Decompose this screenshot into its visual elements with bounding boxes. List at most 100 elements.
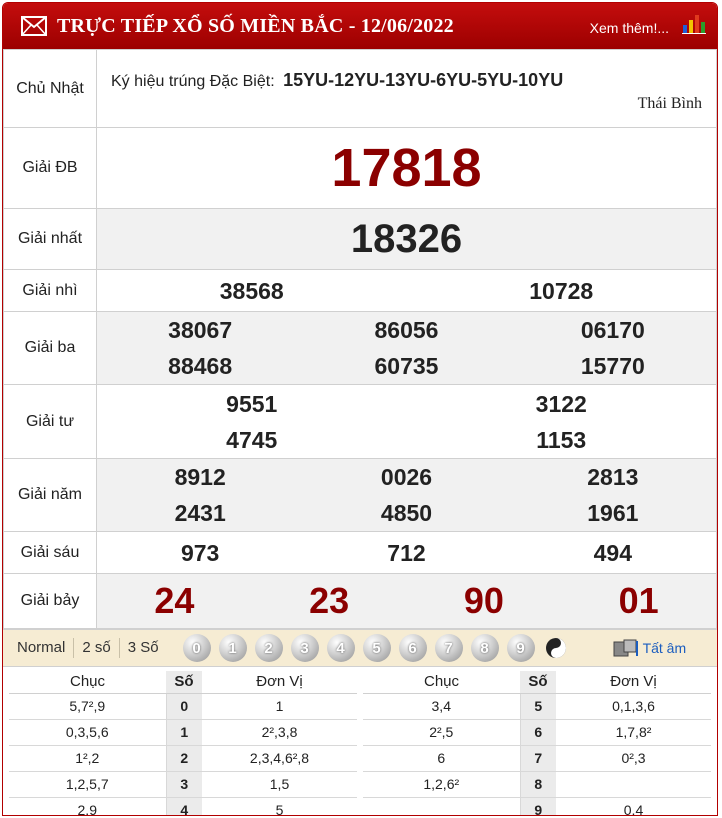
chuc-cell: 1,2,6² [363, 771, 521, 798]
prize-label: Giải tư [3, 384, 97, 459]
table-row: 1,2,6² 8 [363, 771, 711, 798]
prize-number: 24 [154, 580, 195, 621]
results-table: Chủ Nhật Ký hiệu trúng Đặc Biệt: 15YU-12… [3, 49, 717, 629]
don-vi-cell [556, 771, 711, 798]
prize-number: 90 [463, 580, 504, 621]
digit-ball[interactable]: 2 [254, 634, 283, 662]
header-don-vi: Đơn Vị [202, 671, 357, 694]
statistics-chart-icon[interactable] [681, 11, 707, 35]
prize-number: 2431 [174, 500, 226, 526]
prize-label: Giải nhì [3, 269, 97, 312]
don-vi-cell: 2²,3,8 [202, 719, 357, 746]
loto-tables: Chục Số Đơn Vị 5,7²,9 0 1 0,3,5,6 1 2²,3,8 1… [3, 667, 717, 815]
table-row: 1,2,5,7 3 1,5 [9, 771, 357, 798]
prize-number: 3122 [535, 390, 587, 417]
don-vi-cell: 1,7,8² [556, 719, 711, 746]
so-cell: 3 [166, 771, 202, 798]
special-code-value: 15YU-12YU-13YU-6YU-5YU-10YU [283, 70, 564, 90]
prize-number: 1961 [587, 500, 639, 526]
prize-number: 06170 [580, 317, 645, 343]
so-cell: 2 [166, 745, 202, 772]
special-code-cell: Ký hiệu trúng Đặc Biệt: 15YU-12YU-13YU-6… [96, 49, 717, 128]
chuc-cell: 1²,2 [9, 745, 167, 772]
results-panel: TRỰC TIẾP XỔ SỐ MIỀN BẮC - 12/06/2022 Xe… [2, 2, 718, 816]
loto-table-left: Chục Số Đơn Vị 5,7²,9 0 1 0,3,5,6 1 2²,3,8 1… [9, 671, 357, 815]
digit-ball[interactable]: 6 [398, 634, 427, 662]
header-so: Số [520, 671, 556, 694]
prize-number: 8912 [174, 464, 226, 490]
prize-number: 2813 [587, 464, 639, 490]
digit-ball[interactable]: 3 [290, 634, 319, 662]
prize-number: 10728 [529, 277, 594, 304]
don-vi-cell: 5 [202, 797, 357, 815]
mode-3-digit-button[interactable]: 3 Số [120, 638, 167, 658]
prize-number: 15770 [580, 353, 645, 379]
yin-yang-icon[interactable] [545, 637, 567, 659]
digit-ball[interactable]: 8 [470, 634, 499, 662]
mail-icon [21, 16, 47, 36]
chuc-cell: 1,2,5,7 [9, 771, 167, 798]
prize-label: Giải bảy [3, 573, 97, 629]
so-cell: 0 [166, 693, 202, 720]
special-code-label: Ký hiệu trúng Đặc Biệt: [111, 73, 275, 90]
digit-ball[interactable]: 4 [326, 634, 355, 662]
table-row: 3,4 5 0,1,3,6 [363, 693, 711, 720]
chuc-cell: 2²,5 [363, 719, 521, 746]
loto-table-right: Chục Số Đơn Vị 3,4 5 0,1,3,6 2²,5 6 1,7,8² 6… [363, 671, 711, 815]
chuc-cell: 6 [363, 745, 521, 772]
header-so: Số [166, 671, 202, 694]
so-cell: 6 [520, 719, 556, 746]
prize-number: 0026 [380, 464, 433, 490]
prize-number: 9551 [226, 390, 278, 417]
prize-number: 38067 [168, 317, 233, 343]
table-row: 0,3,5,6 1 2²,3,8 [9, 719, 357, 746]
don-vi-cell: 1,5 [202, 771, 357, 798]
prize-number: 1153 [536, 426, 587, 453]
digit-filter: 0 1 2 3 4 5 6 7 8 9 [182, 634, 567, 662]
panel-header: TRỰC TIẾP XỔ SỐ MIỀN BẮC - 12/06/2022 Xe… [3, 3, 717, 49]
prize-label: Giải ba [3, 311, 97, 385]
chuc-cell [363, 797, 521, 815]
display-toolbar: Normal 2 số 3 Số 0 1 2 3 4 5 6 7 8 9 Tất… [3, 629, 717, 667]
digit-ball[interactable]: 0 [182, 634, 211, 662]
so-cell: 1 [166, 719, 202, 746]
chuc-cell: 5,7²,9 [9, 693, 167, 720]
prize-number: 18326 [350, 217, 463, 261]
chuc-cell: 0,3,5,6 [9, 719, 167, 746]
don-vi-cell: 0,1,3,6 [556, 693, 711, 720]
day-label: Chủ Nhật [3, 49, 97, 128]
so-cell: 5 [520, 693, 556, 720]
header-chuc: Chục [363, 671, 520, 694]
prize-label: Giải năm [3, 458, 97, 532]
chuc-cell: 3,4 [363, 693, 521, 720]
mode-normal-button[interactable]: Normal [9, 638, 75, 658]
prize-number: 01 [618, 580, 659, 621]
digit-ball[interactable]: 5 [362, 634, 391, 662]
don-vi-cell: 0²,3 [556, 745, 711, 772]
header-don-vi: Đơn Vị [556, 671, 711, 694]
see-more-link[interactable]: Xem thêm!... [590, 20, 669, 36]
digit-ball[interactable]: 7 [434, 634, 463, 662]
prize-label: Giải nhất [3, 208, 97, 270]
prize-number: 86056 [374, 317, 439, 343]
don-vi-cell: 1 [202, 693, 357, 720]
page-title: TRỰC TIẾP XỔ SỐ MIỀN BẮC - 12/06/2022 [57, 14, 454, 37]
prize-number: 17818 [331, 138, 482, 198]
so-cell: 4 [166, 797, 202, 815]
table-row: 5,7²,9 0 1 [9, 693, 357, 720]
prize-number: 88468 [168, 353, 233, 379]
table-row: 6 7 0²,3 [363, 745, 711, 772]
digit-ball[interactable]: 1 [218, 634, 247, 662]
digit-ball[interactable]: 9 [506, 634, 535, 662]
don-vi-cell: 2,3,4,6²,8 [202, 745, 357, 772]
show-all-button[interactable]: Tất âm [613, 638, 686, 658]
prize-number: 60735 [374, 353, 439, 379]
prize-number: 4745 [226, 426, 278, 453]
so-cell: 9 [520, 797, 556, 815]
mode-2-digit-button[interactable]: 2 số [74, 638, 120, 658]
prize-number: 4850 [380, 500, 433, 526]
table-row: 2²,5 6 1,7,8² [363, 719, 711, 746]
prize-number: 973 [180, 539, 220, 566]
prize-number: 712 [387, 539, 426, 566]
so-cell: 8 [520, 771, 556, 798]
